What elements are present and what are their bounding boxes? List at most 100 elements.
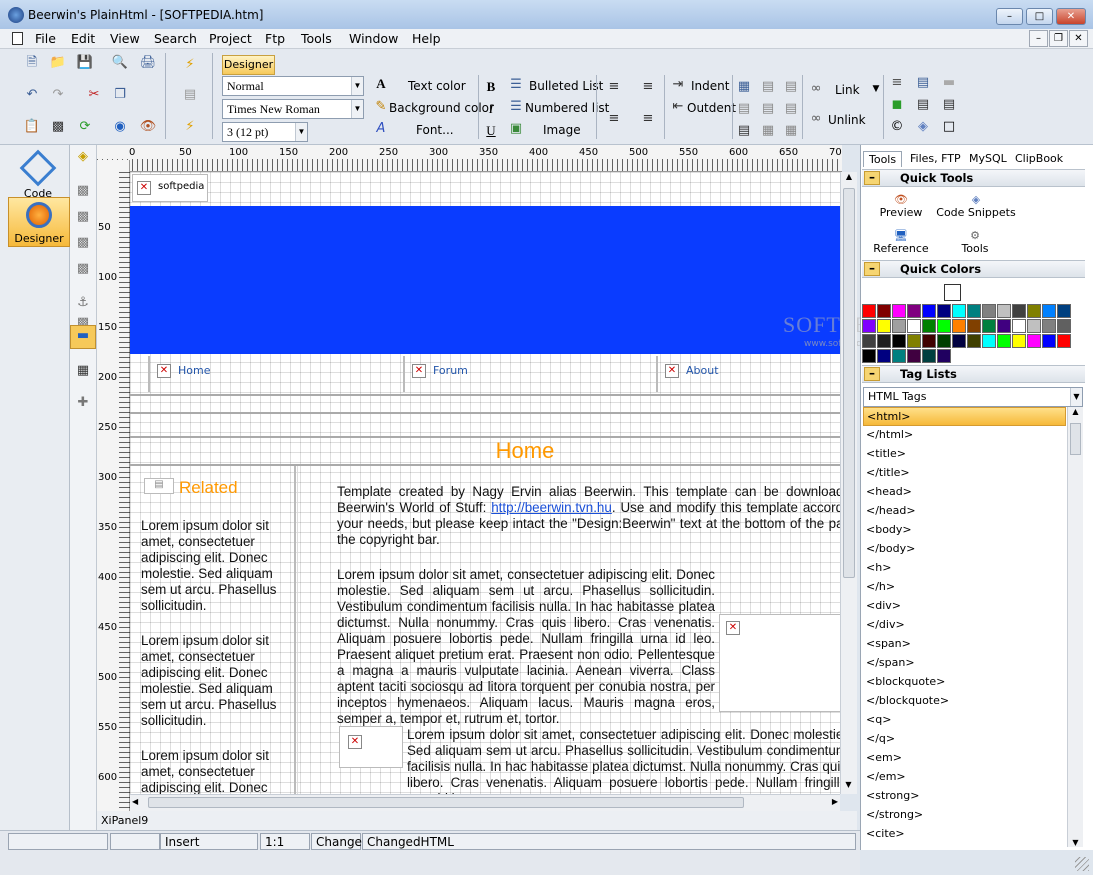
layer-4-icon[interactable]: ▩ (73, 259, 93, 279)
layer-1-icon[interactable]: ▩ (73, 181, 93, 201)
color-swatch[interactable] (997, 334, 1011, 348)
table-insert-col-icon[interactable]: ▤ (781, 77, 801, 97)
table-props-icon[interactable]: ▦ (758, 121, 778, 141)
print-icon[interactable]: 🖨 (138, 53, 158, 73)
color-swatch[interactable] (952, 304, 966, 318)
browser-icon[interactable]: ◉ (110, 117, 130, 137)
design-canvas[interactable]: ✕ softpedia ✕ Home ✕ Forum ✕ About Home … (130, 172, 840, 794)
color-swatch[interactable] (937, 349, 951, 363)
tab-designer[interactable]: Designer (222, 55, 275, 75)
crosshair-icon[interactable]: ✚ (73, 393, 93, 413)
tag-item[interactable]: </div> (863, 616, 1066, 635)
mdi-minimize-button[interactable]: – (1029, 30, 1048, 47)
collapse-icon[interactable]: – (864, 367, 880, 381)
current-color-swatch[interactable] (944, 284, 961, 301)
tag-item[interactable]: <q> (863, 711, 1066, 730)
movie-icon[interactable]: ▩ (48, 117, 68, 137)
color-swatch[interactable] (862, 304, 876, 318)
code-snippets-tool[interactable]: ◈ Code Snippets (933, 193, 1019, 219)
group-icon[interactable]: ◼ (887, 95, 907, 115)
color-swatch[interactable] (892, 304, 906, 318)
text-color-icon[interactable]: A (371, 74, 391, 94)
table-delete-icon[interactable]: ▤ (781, 99, 801, 119)
horizontal-scrollbar[interactable]: ◀ ▶ (130, 794, 840, 811)
color-swatch[interactable] (877, 349, 891, 363)
tag-item[interactable]: <html> (863, 407, 1066, 426)
table-icon[interactable]: ▦ (734, 77, 754, 97)
color-swatch[interactable] (907, 349, 921, 363)
tag-item[interactable]: <body> (863, 521, 1066, 540)
tag-item[interactable]: </blockquote> (863, 692, 1066, 711)
tag-icon[interactable]: ◈ (913, 117, 933, 137)
undo-icon[interactable]: ↶ (22, 85, 42, 105)
align-justify-icon[interactable]: ≡ (638, 109, 658, 129)
image-button[interactable]: Image (543, 123, 581, 137)
paragraph-icon[interactable]: ≡ (887, 73, 907, 93)
reference-tool[interactable]: 🖥 Reference (861, 229, 941, 255)
unlink-button[interactable]: Unlink (828, 113, 866, 127)
tag-item[interactable]: </body> (863, 540, 1066, 559)
tag-icon[interactable]: ◈ (73, 147, 93, 167)
code-editor-button[interactable]: Code Editor (6, 149, 70, 213)
table-merge-icon[interactable]: ▤ (734, 99, 754, 119)
color-swatch[interactable] (1042, 334, 1056, 348)
menu-project[interactable]: Project (209, 31, 252, 46)
tag-lists-header[interactable]: – Tag Lists (862, 365, 1085, 383)
preview-page-icon[interactable]: 🔍 (110, 53, 130, 73)
indent-button[interactable]: Indent (691, 79, 729, 93)
vertical-scrollbar[interactable]: ▲ ▼ (840, 172, 857, 794)
scroll-left-arrow[interactable]: ◀ (132, 797, 138, 806)
paragraph-style-select[interactable]: Normal ▼ (222, 76, 364, 96)
background-color-icon[interactable]: ✎ (371, 97, 391, 117)
color-swatch[interactable] (1027, 319, 1041, 333)
menu-window[interactable]: Window (349, 31, 398, 46)
color-swatch[interactable] (1012, 334, 1026, 348)
tag-item[interactable]: <em> (863, 749, 1066, 768)
tag-item[interactable]: </span> (863, 654, 1066, 673)
font-icon[interactable]: A (371, 119, 391, 139)
color-swatch[interactable] (937, 304, 951, 318)
color-swatch[interactable] (952, 334, 966, 348)
color-swatch[interactable] (892, 319, 906, 333)
color-swatch[interactable] (1042, 304, 1056, 318)
copy-icon[interactable]: ❐ (110, 85, 130, 105)
link-icon[interactable]: ∞ (806, 79, 826, 99)
header-banner[interactable] (130, 206, 840, 354)
table-insert-row-icon[interactable]: ▤ (758, 77, 778, 97)
nav-forum-link[interactable]: Forum (433, 364, 468, 377)
new-file-icon[interactable]: 🗎 (22, 53, 42, 73)
color-swatch[interactable] (877, 334, 891, 348)
image-icon[interactable]: ▣ (506, 119, 526, 139)
tab-tools[interactable]: Tools (863, 151, 903, 167)
float-image-left[interactable]: ✕ (339, 726, 403, 768)
float-image-right[interactable]: ✕ (719, 614, 840, 712)
tag-list-select[interactable]: HTML Tags ▼ (863, 387, 1083, 407)
open-folder-icon[interactable]: 📁 (48, 53, 68, 73)
color-swatch[interactable] (1057, 319, 1071, 333)
tag-item[interactable]: <span> (863, 635, 1066, 654)
align-right-icon[interactable]: ≡ (604, 109, 624, 129)
form-icon[interactable]: ▤ (913, 73, 933, 93)
color-swatch[interactable] (922, 304, 936, 318)
scroll-down-arrow[interactable]: ▼ (841, 780, 856, 794)
menu-edit[interactable]: Edit (71, 31, 95, 46)
color-swatch[interactable] (967, 334, 981, 348)
maximize-button[interactable]: □ (1026, 8, 1053, 25)
scroll-down-arrow[interactable]: ▼ (1068, 838, 1083, 847)
frame-icon[interactable]: □ (939, 117, 959, 137)
copyright-icon[interactable]: © (887, 117, 907, 137)
color-swatch[interactable] (937, 334, 951, 348)
align-center-icon[interactable]: ≡ (638, 77, 658, 97)
tag-item[interactable]: </html> (863, 426, 1066, 445)
italic-icon[interactable]: I (481, 99, 501, 119)
collapse-icon[interactable]: – (864, 262, 880, 276)
color-swatch[interactable] (967, 319, 981, 333)
font-name-select[interactable]: Times New Roman ▼ (222, 99, 364, 119)
tag-item[interactable]: </em> (863, 768, 1066, 787)
menu-file[interactable]: File (35, 31, 56, 46)
tag-item[interactable]: <h> (863, 559, 1066, 578)
color-swatch[interactable] (1042, 319, 1056, 333)
panel-icon[interactable]: ▬ (70, 325, 96, 349)
collapse-icon[interactable]: – (864, 171, 880, 185)
outdent-button[interactable]: Outdent (687, 101, 736, 115)
